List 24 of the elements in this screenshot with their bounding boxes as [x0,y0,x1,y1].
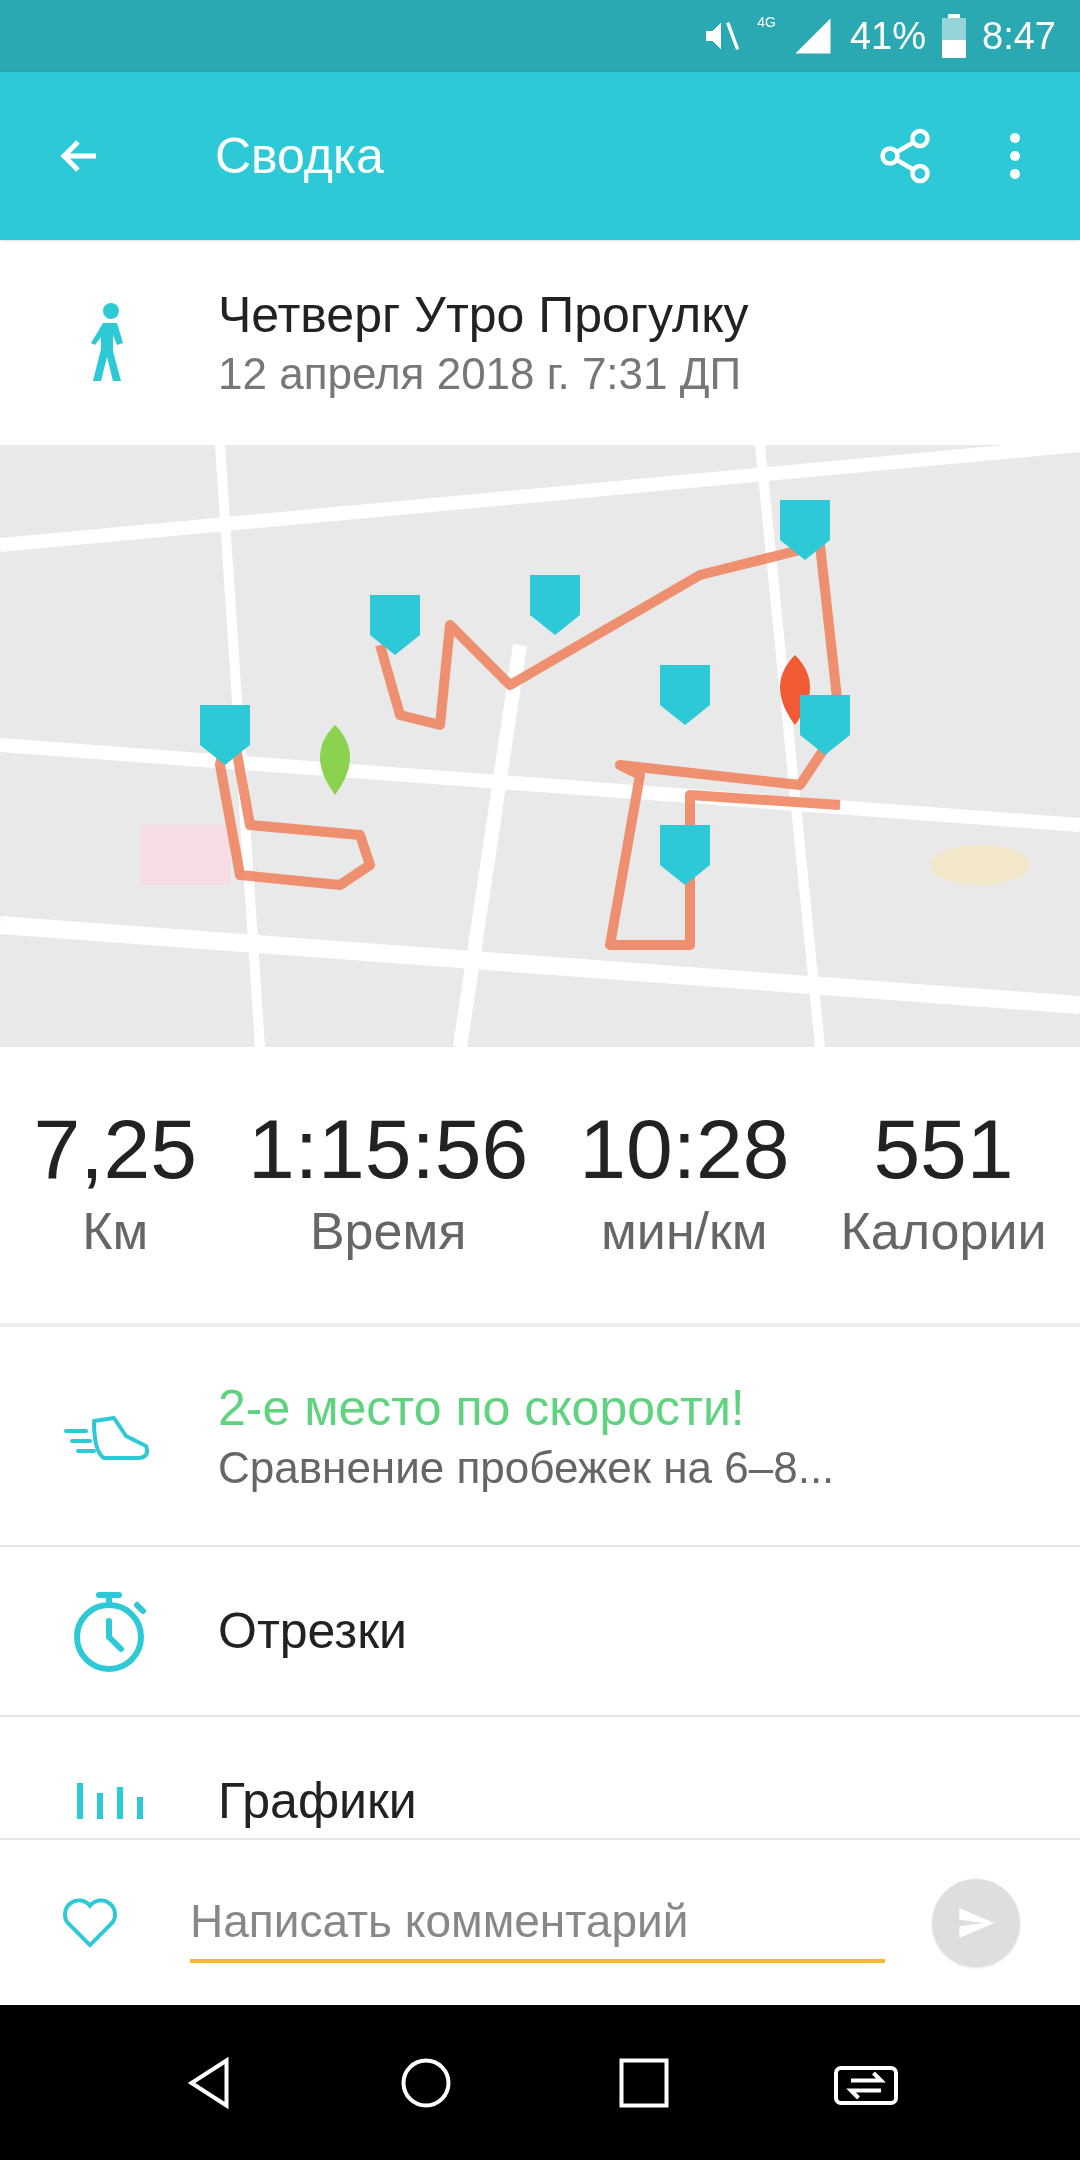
list-row[interactable]: 2-е место по скорости! Сравнение пробежек на 6–8... [0,1327,1080,1547]
stat-label: Км [82,1200,149,1262]
stat-label: Калории [840,1200,1047,1262]
row-title: Отрезки [218,1601,408,1661]
activity-date: 12 апреля 2018 г. 7:31 ДП [218,348,743,401]
stat-value: 10:28 [579,1106,790,1191]
stat-value: 7,25 [33,1106,197,1191]
activity-title: Четверг Утро Прогулку [218,285,749,345]
screen-title: Сводка [215,126,385,186]
battery-percent: 41% [849,13,927,59]
row-title: Графики [218,1771,417,1831]
stat-label: Время [309,1200,467,1262]
stat-label: мин/км [601,1200,768,1262]
clock: 8:47 [982,13,1056,59]
comment-field[interactable]: Написать комментарий [190,1882,885,1963]
heart-icon[interactable] [60,1895,120,1950]
list-row[interactable]: Отрезки [0,1547,1080,1717]
network-type: 4G [757,13,776,32]
stopwatch-icon [71,1589,147,1673]
row-title: 2-е место по скорости! [218,1379,746,1439]
stat-value: 1:15:56 [247,1106,529,1191]
row-subtitle: Сравнение пробежек на 6–8... [218,1441,835,1494]
battery-icon [942,14,967,58]
stat-value: 551 [873,1106,1014,1191]
